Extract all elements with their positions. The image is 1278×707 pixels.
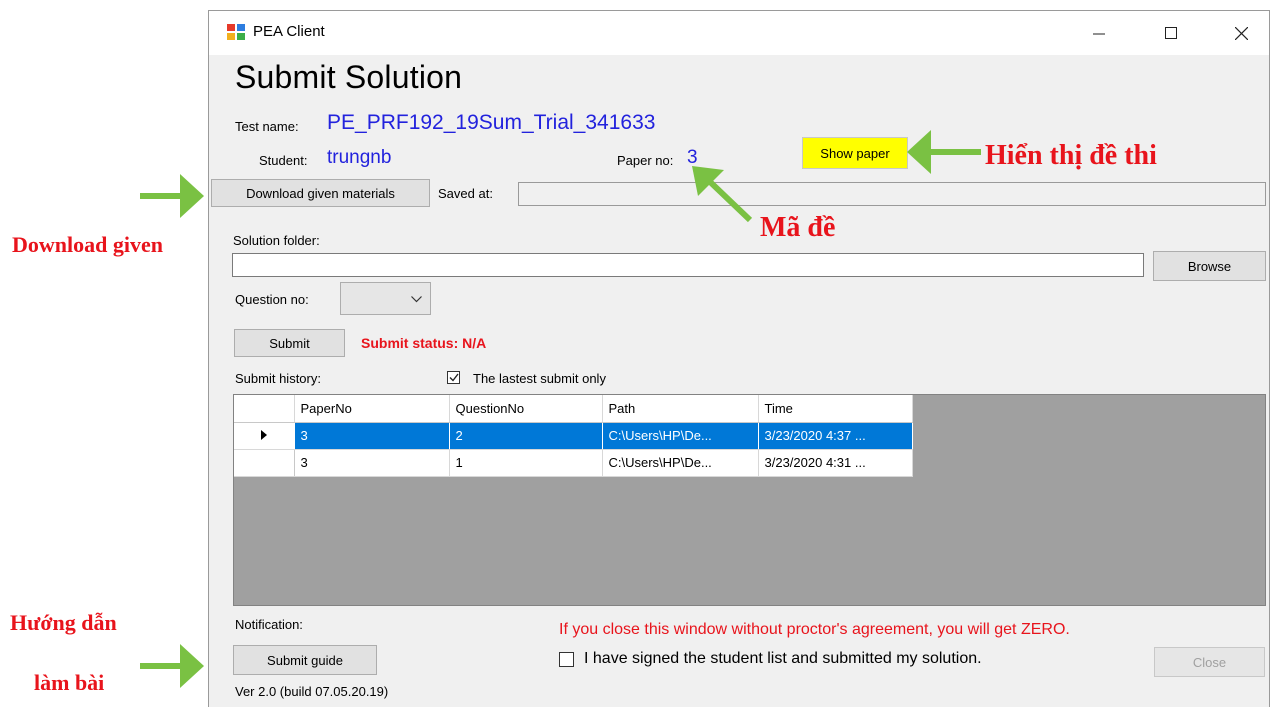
annotation-download: Download given — [12, 232, 163, 257]
proctor-warning: If you close this window without proctor… — [559, 621, 1070, 638]
close-button[interactable]: Close — [1154, 647, 1265, 677]
question-no-label: Question no: — [235, 292, 309, 307]
solution-folder-label: Solution folder: — [233, 233, 320, 248]
app-icon — [227, 24, 245, 40]
paper-code-arrow-icon — [692, 166, 753, 223]
submit-history-grid: PaperNo QuestionNo Path Time 3 2 C:\User… — [233, 394, 1266, 606]
student-value: trungnb — [327, 147, 392, 168]
submit-history-label: Submit history: — [235, 371, 321, 386]
annotation-guide-line1: Hướng dẫn — [10, 610, 117, 635]
signed-checkbox[interactable] — [559, 652, 574, 667]
cell-path[interactable]: C:\Users\HP\De... — [602, 422, 759, 450]
cell-paperno[interactable]: 3 — [294, 422, 450, 450]
guide-arrow-icon — [140, 644, 204, 688]
cell-time[interactable]: 3/23/2020 4:37 ... — [758, 422, 913, 450]
row-selector[interactable] — [234, 422, 295, 450]
column-header-questionno[interactable]: QuestionNo — [449, 395, 603, 423]
download-arrow-icon — [140, 174, 204, 218]
table-header-row: PaperNo QuestionNo Path Time — [234, 395, 913, 423]
saved-at-field — [518, 182, 1266, 206]
signed-label: I have signed the student list and submi… — [584, 650, 982, 667]
row-header-corner — [234, 395, 295, 423]
submit-button[interactable]: Submit — [234, 329, 345, 357]
submit-guide-button[interactable]: Submit guide — [233, 645, 377, 675]
cell-path[interactable]: C:\Users\HP\De... — [602, 449, 759, 477]
row-selector[interactable] — [234, 449, 295, 477]
saved-at-label: Saved at: — [438, 186, 493, 201]
chevron-down-icon — [411, 296, 422, 303]
cell-time[interactable]: 3/23/2020 4:31 ... — [758, 449, 913, 477]
cell-paperno[interactable]: 3 — [294, 449, 450, 477]
latest-only-checkbox[interactable] — [447, 371, 460, 384]
paper-no-label: Paper no: — [617, 153, 674, 168]
browse-button[interactable]: Browse — [1153, 251, 1266, 281]
page-title: Submit Solution — [235, 59, 463, 95]
close-window-button[interactable] — [1213, 11, 1269, 55]
minimize-icon — [1093, 33, 1105, 35]
column-header-path[interactable]: Path — [602, 395, 759, 423]
latest-only-label: The lastest submit only — [473, 371, 606, 386]
cell-questionno[interactable]: 1 — [449, 449, 603, 477]
annotation-show-paper: Hiển thị đề thi — [985, 140, 1157, 171]
current-row-arrow-icon — [260, 430, 267, 440]
version-label: Ver 2.0 (build 07.05.20.19) — [235, 684, 389, 699]
annotation-paper-code: Mã đề — [760, 212, 836, 243]
student-label: Student: — [259, 153, 308, 168]
download-materials-button[interactable]: Download given materials — [211, 179, 430, 207]
test-name-label: Test name: — [235, 119, 299, 134]
table-row[interactable]: 3 2 C:\Users\HP\De... 3/23/2020 4:37 ... — [234, 422, 913, 450]
check-icon — [449, 373, 459, 382]
notification-label: Notification: — [235, 617, 303, 632]
test-name-value: PE_PRF192_19Sum_Trial_341633 — [327, 111, 656, 134]
maximize-button[interactable] — [1143, 11, 1199, 55]
minimize-button[interactable] — [1071, 11, 1127, 55]
show-paper-button[interactable]: Show paper — [802, 137, 908, 169]
window-title: PEA Client — [253, 23, 325, 40]
show-paper-arrow-icon — [907, 130, 981, 174]
annotation-guide-line2: làm bài — [34, 670, 105, 695]
cell-questionno[interactable]: 2 — [449, 422, 603, 450]
question-no-select[interactable] — [340, 282, 431, 315]
close-icon — [1234, 26, 1248, 40]
table-row[interactable]: 3 1 C:\Users\HP\De... 3/23/2020 4:31 ... — [234, 449, 913, 477]
submit-status: Submit status: N/A — [361, 335, 487, 351]
maximize-icon — [1165, 27, 1177, 39]
history-table: PaperNo QuestionNo Path Time 3 2 C:\User… — [234, 395, 913, 477]
title-bar: PEA Client — [209, 11, 1269, 55]
solution-folder-input[interactable] — [232, 253, 1144, 277]
pea-client-window: PEA Client Submit Solution Test name: PE… — [208, 10, 1270, 707]
column-header-time[interactable]: Time — [758, 395, 913, 423]
column-header-paperno[interactable]: PaperNo — [294, 395, 450, 423]
